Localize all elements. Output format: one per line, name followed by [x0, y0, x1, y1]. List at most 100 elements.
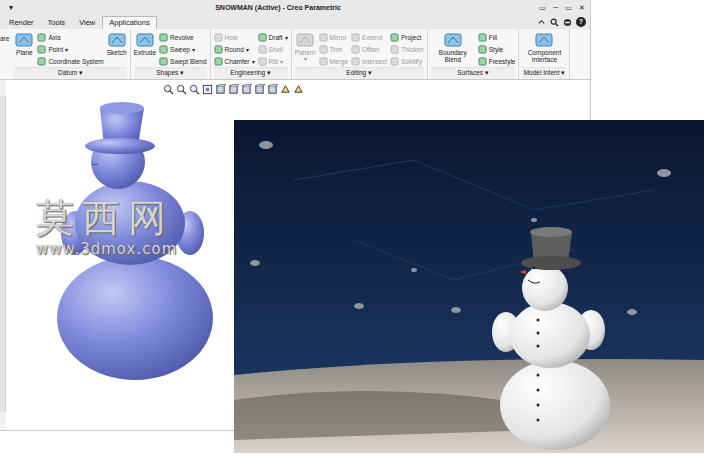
collapse-icon[interactable] — [537, 18, 546, 27]
search-icon[interactable] — [550, 18, 559, 27]
tool-icon — [390, 45, 399, 54]
tool-icon — [159, 57, 168, 66]
window-control[interactable]: ▭ — [538, 4, 547, 12]
zoom-icon[interactable] — [163, 84, 174, 95]
spin-icon[interactable] — [280, 84, 291, 95]
tool-icon — [14, 31, 34, 49]
ribbon-group: Component Interface Model Intent ▾ — [519, 29, 570, 79]
menu-button[interactable]: ▾ — [4, 3, 18, 12]
tool-icon — [295, 31, 315, 49]
tool-icon — [37, 57, 46, 66]
tool-icon — [135, 31, 155, 49]
ribbon-tab[interactable]: Render — [2, 16, 41, 29]
ribbon-large-button[interactable]: Extrude — [134, 31, 156, 56]
tool-icon — [258, 45, 267, 54]
render-image — [234, 120, 704, 453]
view-icon[interactable] — [228, 84, 239, 95]
watermark: 莫西网 www.3dmox.com — [36, 198, 177, 258]
tool-icon — [534, 31, 554, 49]
tool-icon — [37, 33, 46, 42]
fit-icon[interactable] — [202, 84, 213, 95]
ribbon-tab[interactable]: Applications — [102, 16, 156, 29]
ribbon-small-button[interactable]: Freestyle — [478, 55, 516, 67]
ribbon-small-button[interactable]: Point ▾ — [37, 43, 103, 55]
screen: ▾ SNOWMAN (Active) - Creo Parametric ▭─▭… — [0, 0, 704, 469]
tool-icon — [214, 33, 223, 42]
tool-icon — [214, 45, 223, 54]
ribbon-column: Mirror Trim Merge — [319, 31, 348, 67]
tool-icon — [159, 45, 168, 54]
group-label[interactable]: Surfaces ▾ — [431, 67, 516, 79]
ribbon-small-button[interactable]: Project — [390, 31, 424, 43]
window-control[interactable]: ─ — [551, 4, 560, 12]
view-toolbar — [6, 80, 460, 95]
tool-icon — [258, 57, 267, 66]
ribbon-item[interactable]: are — [0, 29, 11, 79]
ribbon-group: Pattern ▾ Mirror Trim Merge Extend Offse… — [292, 29, 428, 79]
ribbon-group: Hole Round ▾ Chamfer ▾ Draft ▾ Shell Rib… — [211, 29, 292, 79]
ribbon: are Plane Axis Point ▾ Coordinate System… — [0, 29, 590, 80]
tool-icon — [478, 33, 487, 42]
ribbon-small-button[interactable]: Extend — [351, 31, 387, 43]
ribbon-small-button[interactable]: Mirror — [319, 31, 348, 43]
view-icon[interactable] — [254, 84, 265, 95]
tool-icon — [107, 31, 127, 49]
ribbon-small-button[interactable]: Chamfer ▾ — [214, 55, 255, 67]
view-icon[interactable] — [267, 84, 278, 95]
render-scene — [234, 120, 704, 453]
ribbon-small-button[interactable]: Draft ▾ — [258, 31, 288, 43]
ribbon-column: Draft ▾ Shell Rib ▾ — [258, 31, 288, 67]
ribbon-large-button[interactable]: Sketch — [107, 31, 127, 56]
ribbon-small-button[interactable]: Trim — [319, 43, 348, 55]
ribbon-small-button[interactable]: Coordinate System — [37, 55, 103, 67]
tab-row: RenderToolsViewApplications ? — [0, 15, 590, 29]
help-button[interactable]: ? — [576, 17, 586, 27]
window-controls: ▭ ─ ▭ ✕ — [538, 4, 586, 12]
group-label[interactable]: Editing ▾ — [295, 67, 424, 79]
window-control[interactable]: ▭ — [564, 4, 573, 12]
zin-icon[interactable] — [176, 84, 187, 95]
ribbon-tab[interactable]: View — [72, 16, 102, 29]
settings-icon[interactable] — [563, 18, 572, 27]
view-icon[interactable] — [215, 84, 226, 95]
view-icon[interactable] — [241, 84, 252, 95]
group-label[interactable]: Model Intent ▾ — [522, 67, 566, 79]
group-label[interactable]: Shapes ▾ — [134, 67, 207, 79]
ribbon-small-button[interactable]: Shell — [258, 43, 288, 55]
tool-icon — [351, 33, 360, 42]
ribbon-small-button[interactable]: Intersect — [351, 55, 387, 67]
ribbon-small-button[interactable]: Solidify — [390, 55, 424, 67]
ribbon-small-button[interactable]: Fill — [478, 31, 516, 43]
ribbon-small-button[interactable]: Merge — [319, 55, 348, 67]
ribbon-large-button[interactable]: Pattern ▾ — [295, 31, 316, 63]
ribbon-large-button[interactable]: Component Interface — [522, 31, 566, 64]
tool-icon — [478, 45, 487, 54]
ribbon-small-button[interactable]: Sweep ▾ — [159, 43, 207, 55]
spin-icon[interactable] — [293, 84, 304, 95]
zout-icon[interactable] — [189, 84, 200, 95]
ribbon-small-button[interactable]: Offset — [351, 43, 387, 55]
ribbon-small-button[interactable]: Thicken — [390, 43, 424, 55]
ribbon-large-button[interactable]: Plane — [14, 31, 34, 56]
tool-icon — [319, 33, 328, 42]
ribbon-small-button[interactable]: Style — [478, 43, 516, 55]
tool-icon — [478, 57, 487, 66]
ribbon-tabs: RenderToolsViewApplications — [2, 16, 157, 29]
tool-icon — [258, 33, 267, 42]
ribbon-group: Extrude Revolve Sweep ▾ Swept Blend Shap… — [131, 29, 211, 79]
group-label[interactable]: Engineering ▾ — [214, 67, 288, 79]
window-control[interactable]: ✕ — [577, 4, 586, 12]
group-label[interactable]: Datum ▾ — [14, 67, 126, 79]
ribbon-small-button[interactable]: Rib ▾ — [258, 55, 288, 67]
ribbon-small-button[interactable]: Round ▾ — [214, 43, 255, 55]
tool-icon — [319, 57, 328, 66]
ribbon-small-button[interactable]: Swept Blend — [159, 55, 207, 67]
ribbon-tab[interactable]: Tools — [41, 16, 73, 29]
tool-icon — [214, 57, 223, 66]
ribbon-large-button[interactable]: Boundary Blend — [431, 31, 475, 64]
ribbon-small-button[interactable]: Hole — [214, 31, 255, 43]
window-title: SNOWMAN (Active) - Creo Parametric — [18, 4, 538, 11]
ribbon-small-button[interactable]: Axis — [37, 31, 103, 43]
ribbon-small-button[interactable]: Revolve — [159, 31, 207, 43]
ribbon-column: Fill Style Freestyle — [478, 31, 516, 67]
